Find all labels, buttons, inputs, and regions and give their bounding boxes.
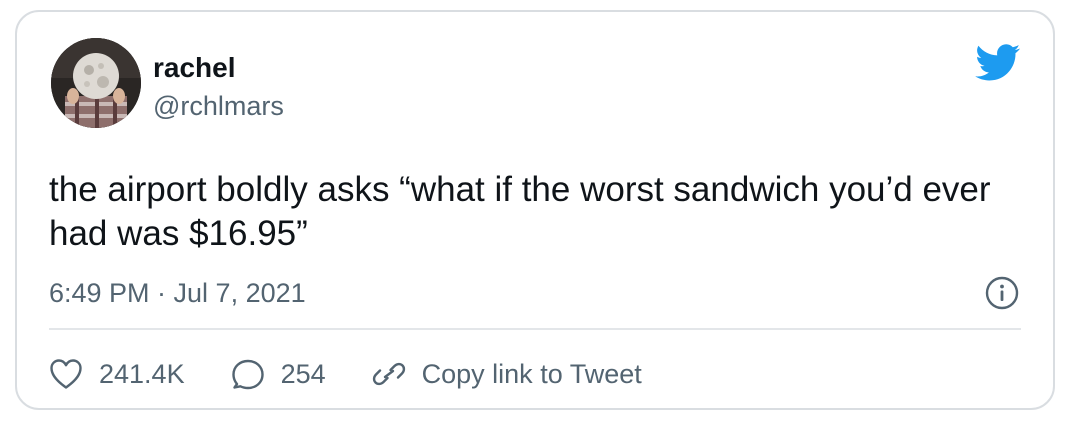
- divider: [49, 328, 1021, 330]
- avatar[interactable]: [51, 38, 141, 128]
- action-bar: 241.4K 254 Copy link to Tweet: [49, 352, 688, 396]
- link-icon: [372, 362, 405, 386]
- tweet-card: rachel @rchlmars the airport boldly asks…: [15, 10, 1055, 410]
- reply-button[interactable]: 254: [231, 358, 326, 390]
- author-handle[interactable]: @rchlmars: [153, 90, 284, 122]
- reply-count: 254: [280, 359, 326, 389]
- like-button[interactable]: 241.4K: [49, 358, 185, 390]
- like-count: 241.4K: [99, 359, 185, 389]
- tweet-text: the airport boldly asks “what if the wor…: [49, 170, 991, 253]
- tweet-timestamp[interactable]: 6:49 PM · Jul 7, 2021: [49, 277, 306, 309]
- info-icon[interactable]: [985, 276, 1019, 310]
- avatar-image: [51, 38, 141, 128]
- copy-link-button[interactable]: Copy link to Tweet: [372, 358, 642, 390]
- copy-link-label: Copy link to Tweet: [421, 359, 642, 389]
- heart-icon: [50, 359, 82, 389]
- speech-bubble-icon: [231, 359, 264, 390]
- twitter-bird-icon[interactable]: [975, 44, 1021, 82]
- author-name[interactable]: rachel: [153, 52, 236, 84]
